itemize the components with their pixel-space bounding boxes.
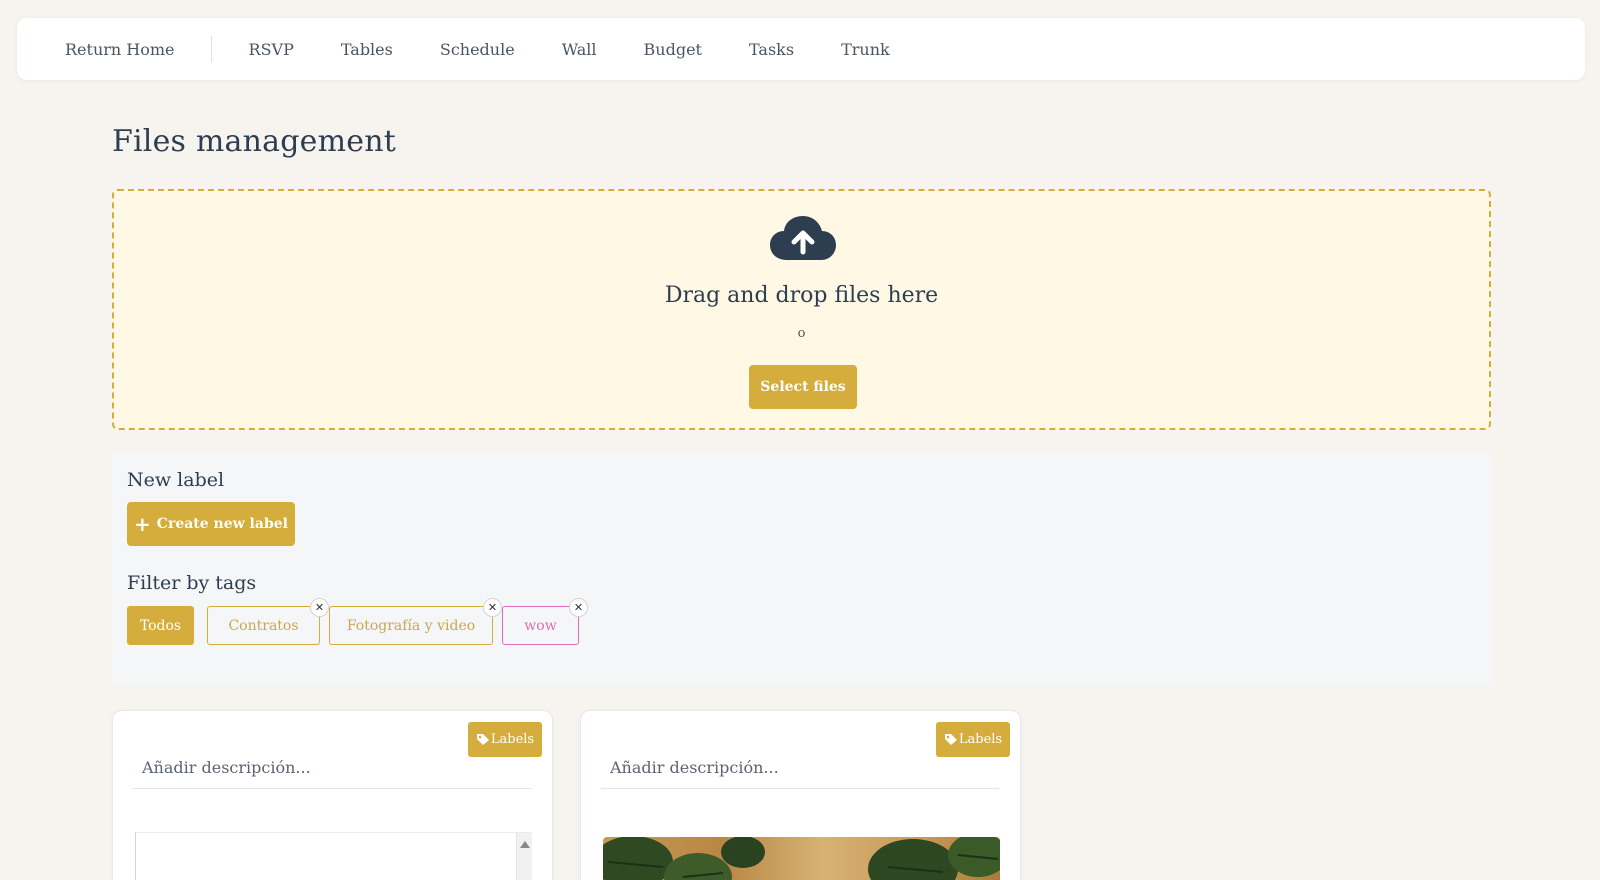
tag-filter-wow[interactable]: wow ✕ (502, 598, 588, 645)
close-icon[interactable]: ✕ (483, 598, 502, 617)
tag-filter-todos[interactable]: Todos (127, 606, 194, 645)
nav-schedule[interactable]: Schedule (440, 40, 515, 59)
tag-icon (944, 734, 957, 745)
tag-label: wow (524, 617, 557, 634)
plus-icon: + (134, 512, 151, 536)
nav-tables[interactable]: Tables (341, 40, 393, 59)
document-preview[interactable] (135, 832, 532, 880)
new-label-heading: New label (127, 469, 225, 491)
nav-trunk[interactable]: Trunk (841, 40, 890, 59)
tag-label: Contratos (228, 617, 299, 634)
labels-panel: New label + Create new label Filter by t… (112, 452, 1491, 686)
close-icon[interactable]: ✕ (310, 598, 329, 617)
nav-return-home[interactable]: Return Home (65, 40, 175, 59)
labels-button-text: Labels (490, 732, 535, 747)
tag-label: Fotografía y video (346, 617, 476, 634)
dropzone-or-text: o (797, 326, 806, 341)
create-new-label-button[interactable]: + Create new label (127, 502, 295, 546)
page-title: Files management (112, 124, 396, 159)
nav-wall[interactable]: Wall (562, 40, 597, 59)
cloud-upload-icon (770, 216, 836, 260)
create-new-label-text: Create new label (156, 516, 288, 532)
filter-by-tags-heading: Filter by tags (127, 572, 257, 594)
description-input[interactable] (133, 747, 531, 789)
tag-label: Todos (139, 617, 182, 634)
top-navigation: Return Home RSVP Tables Schedule Wall Bu… (17, 18, 1585, 80)
description-input[interactable] (601, 747, 999, 789)
select-files-button[interactable]: Select files (749, 365, 857, 409)
nav-budget[interactable]: Budget (644, 40, 702, 59)
file-card: Labels (580, 710, 1021, 880)
file-dropzone[interactable]: Drag and drop files here o Select files (112, 189, 1491, 430)
tag-filter-contratos[interactable]: Contratos ✕ (207, 598, 329, 645)
nav-tasks[interactable]: Tasks (749, 40, 794, 59)
tag-filter-fotografia-y-video[interactable]: Fotografía y video ✕ (329, 598, 502, 645)
scroll-up-icon[interactable] (520, 841, 530, 848)
tag-icon (476, 734, 489, 745)
close-icon[interactable]: ✕ (569, 598, 588, 617)
file-card: Labels (112, 710, 553, 880)
nav-divider (210, 36, 212, 62)
plant-image (603, 837, 1000, 880)
dropzone-text: Drag and drop files here (664, 283, 939, 308)
nav-rsvp[interactable]: RSVP (249, 40, 294, 59)
image-preview[interactable] (603, 837, 1000, 880)
preview-scrollbar[interactable] (516, 833, 532, 880)
labels-button-text: Labels (958, 732, 1003, 747)
